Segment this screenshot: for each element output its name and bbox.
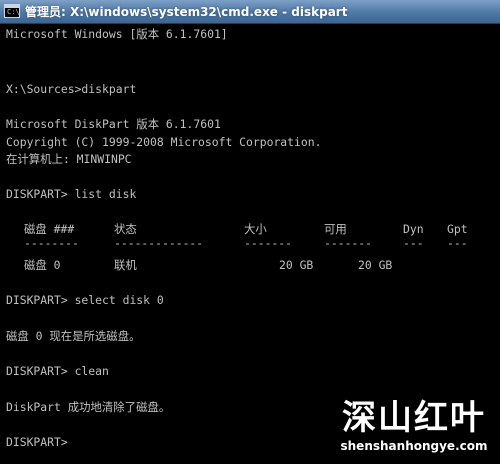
disk-table-cell-status: 联机 [114,258,137,272]
cmd-window-icon[interactable]: C:\ [4,4,20,18]
console-prompt: DISKPART> [6,435,68,449]
window-title: 管理员: X:\windows\system32\cmd.exe - diskp… [25,5,348,19]
disk-table-separator: --- [447,236,468,250]
console-line: 在计算机上: MINWINPC [6,152,132,166]
console-line: DISKPART> list disk [6,187,137,201]
console-line: 磁盘 0 现在是所选磁盘。 [6,329,141,343]
console-line: DISKPART> select disk 0 [6,293,164,307]
console-line: DiskPart 成功地清除了磁盘。 [6,400,171,414]
console-line: DISKPART> clean [6,364,109,378]
console-line: Microsoft Windows [版本 6.1.7601] [6,27,228,41]
disk-table-cell-free: 20 GB [358,258,393,272]
console-line: Copyright (C) 1999-2008 Microsoft Corpor… [6,135,322,149]
disk-table-separator: ------------- [114,236,204,250]
title-bar[interactable]: C:\ 管理员: X:\windows\system32\cmd.exe - d… [0,0,500,24]
disk-table-separator: --- [403,236,424,250]
watermark: 深山红叶 shenshanhongye.com [334,398,494,460]
cmd-icon-label: C:\ [7,8,20,16]
disk-table-cell-size: 20 GB [279,258,314,272]
disk-table-separator: -------- [24,236,79,250]
disk-table-separator: ------- [324,236,373,250]
disk-table-cell-disk: 磁盘 0 [24,258,61,272]
watermark-logo: 深山红叶 [342,398,486,438]
console-line: X:\Sources>diskpart [6,82,137,96]
watermark-url: shenshanhongye.com [340,439,488,453]
disk-table-separator: ------- [244,236,293,250]
console-line: Microsoft DiskPart 版本 6.1.7601 [6,117,221,131]
